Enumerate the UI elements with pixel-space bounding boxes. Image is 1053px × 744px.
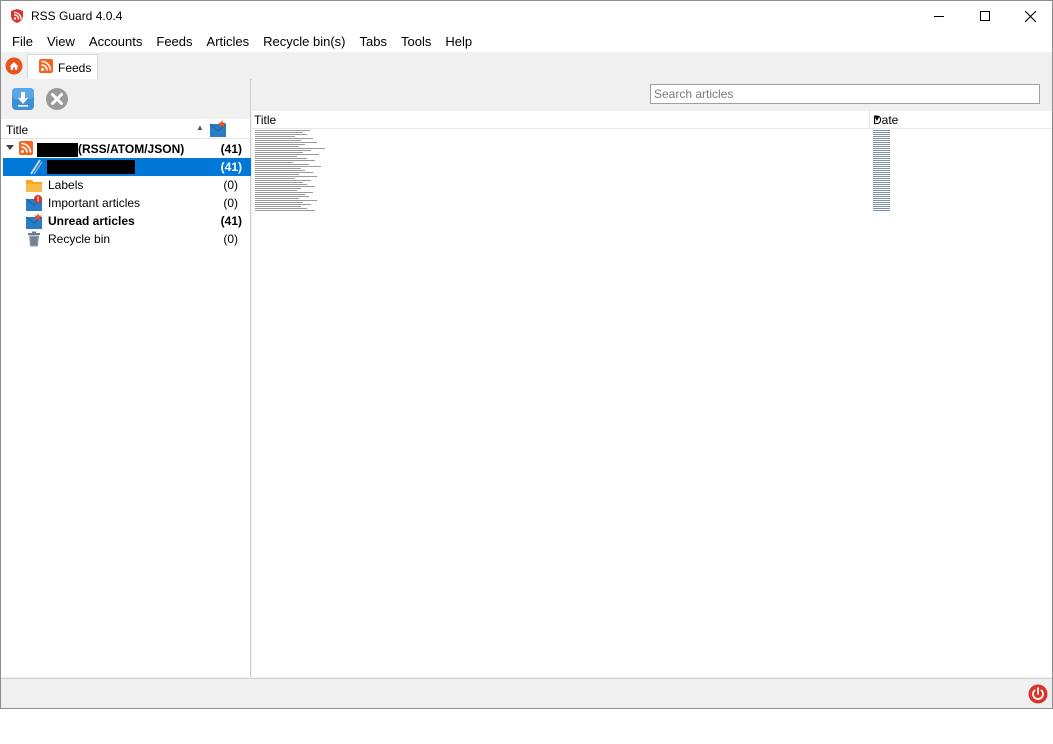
feeds-panel: Title ▲ (RSS/ATOM/JSON) (41) (41) Labels… (1, 79, 251, 677)
menu-file[interactable]: File (1, 31, 40, 52)
labels-count: (0) (223, 178, 238, 192)
article-date-blur (873, 210, 890, 212)
redacted-account-name (37, 142, 78, 157)
menu-recycle-bins[interactable]: Recycle bin(s) (256, 31, 352, 52)
important-label: Important articles (48, 196, 141, 210)
menu-bar: File View Accounts Feeds Articles Recycl… (1, 31, 1052, 52)
maximize-button[interactable] (962, 1, 1008, 31)
rss-icon (39, 59, 53, 73)
article-title-blur (255, 210, 315, 212)
minimize-icon (934, 16, 944, 17)
account-label: (RSS/ATOM/JSON) (37, 142, 184, 157)
stop-icon[interactable] (45, 87, 69, 111)
account-count: (41) (220, 142, 242, 156)
tree-row-recycle-bin[interactable]: Recycle bin (0) (3, 230, 251, 248)
tree-row-labels[interactable]: Labels (0) (3, 176, 251, 194)
close-button[interactable] (1007, 1, 1052, 31)
sort-descending-icon: ▼ (873, 114, 881, 123)
menu-articles[interactable]: Articles (200, 31, 257, 52)
update-feeds-icon[interactable] (11, 87, 35, 111)
feed-count: (41) (220, 160, 242, 174)
tree-row-unread[interactable]: Unread articles (41) (3, 212, 251, 230)
home-icon[interactable] (5, 57, 23, 75)
tab-feeds-label: Feeds (58, 61, 92, 75)
expand-arrow-icon[interactable] (6, 145, 14, 151)
app-window: RSS Guard 4.0.4 File View Accounts Feeds… (0, 0, 1053, 709)
articles-column-title[interactable]: Title (254, 113, 276, 127)
recycle-bin-label: Recycle bin (48, 232, 111, 246)
labels-label: Labels (48, 178, 84, 192)
important-articles-icon (25, 195, 43, 211)
menu-tabs[interactable]: Tabs (353, 31, 394, 52)
recycle-bin-icon (28, 231, 40, 247)
title-bar: RSS Guard 4.0.4 (1, 1, 1052, 31)
articles-toolbar (252, 79, 1052, 111)
menu-tools[interactable]: Tools (394, 31, 438, 52)
tab-bar: Feeds (1, 52, 1052, 80)
articles-column-date-header[interactable]: Date ▼ (869, 111, 1052, 129)
tab-feeds[interactable]: Feeds (27, 54, 98, 79)
rss-icon (19, 141, 33, 155)
menu-accounts[interactable]: Accounts (82, 31, 149, 52)
account-type: (RSS/ATOM/JSON) (78, 142, 185, 156)
menu-help[interactable]: Help (438, 31, 479, 52)
power-icon[interactable] (1028, 684, 1048, 704)
articles-panel: Title Date ▼ (252, 79, 1052, 677)
feeds-column-header[interactable]: Title ▲ (1, 119, 250, 139)
unread-count: (41) (220, 214, 242, 228)
labels-folder-icon (26, 180, 42, 192)
redacted-feed-name (47, 160, 135, 174)
rss-guard-logo-icon (11, 9, 23, 23)
article-row[interactable] (252, 210, 1052, 212)
menu-view[interactable]: View (40, 31, 82, 52)
feed-favicon-icon (30, 159, 43, 175)
tree-row-feed[interactable]: (41) (3, 158, 251, 176)
feeds-column-title: Title (6, 123, 29, 137)
status-bar (1, 678, 1052, 708)
menu-feeds[interactable]: Feeds (149, 31, 199, 52)
important-count: (0) (223, 196, 238, 210)
maximize-icon (980, 11, 990, 21)
recycle-bin-count: (0) (223, 232, 238, 246)
search-articles-input[interactable] (650, 84, 1040, 104)
tree-row-account[interactable]: (RSS/ATOM/JSON) (41) (3, 140, 251, 158)
sort-ascending-icon: ▲ (196, 123, 204, 132)
feeds-toolbar (1, 79, 250, 119)
unread-articles-icon (25, 213, 43, 229)
minimize-button[interactable] (916, 1, 962, 31)
tree-row-important[interactable]: Important articles (0) (3, 194, 251, 212)
unread-column-icon (209, 120, 227, 137)
window-title: RSS Guard 4.0.4 (31, 9, 123, 23)
articles-column-header: Title Date ▼ (252, 111, 1052, 129)
close-icon (1024, 10, 1036, 22)
unread-label: Unread articles (48, 214, 135, 228)
